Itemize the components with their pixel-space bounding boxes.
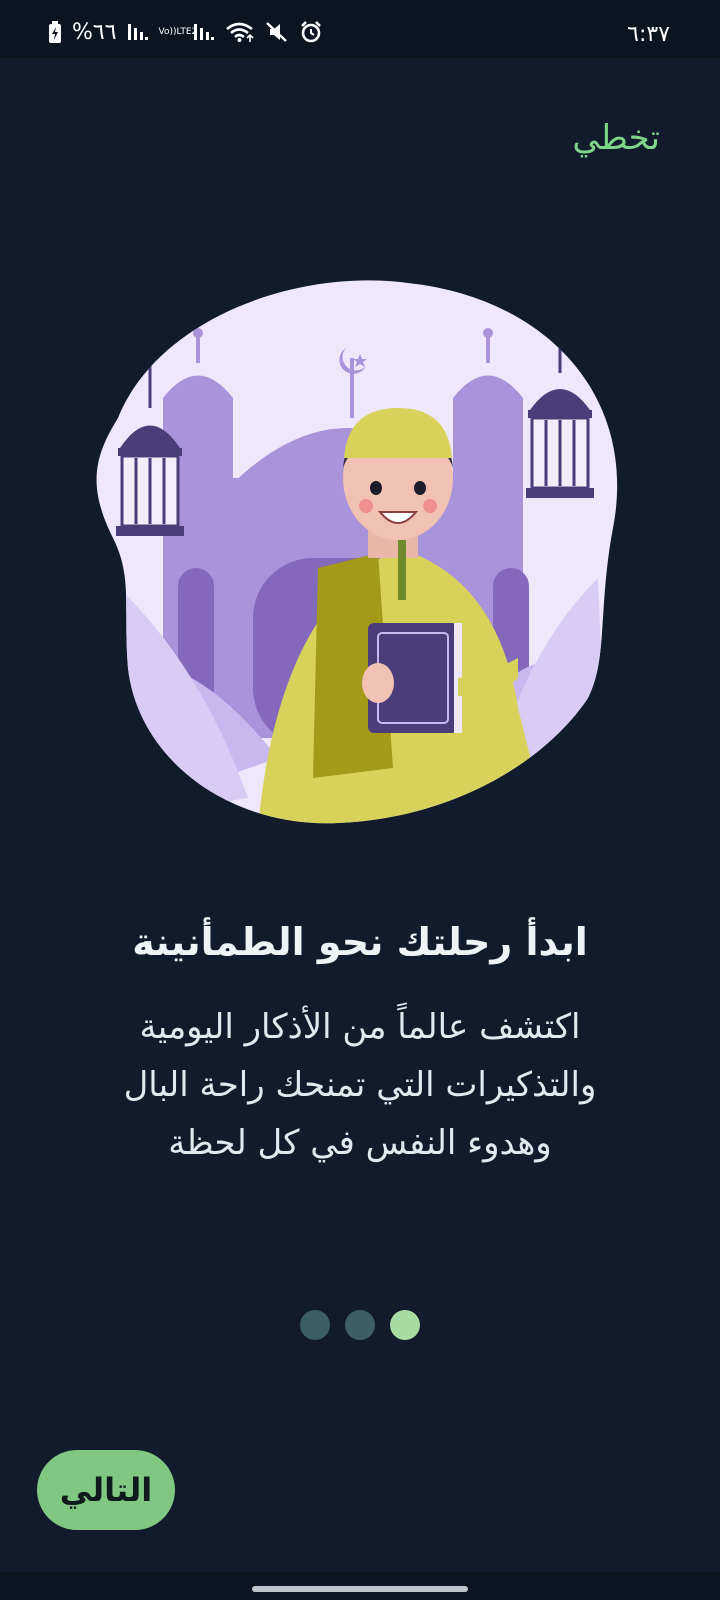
page-dot-3 bbox=[390, 1310, 420, 1340]
status-bar: %٦٦ Vo)) LTE2 ٦:٣٧ bbox=[0, 0, 720, 58]
battery-percentage: %٦٦ bbox=[72, 19, 117, 45]
home-indicator[interactable] bbox=[252, 1586, 468, 1592]
onboarding-description: اكتشف عالماً من الأذكار اليومية والتذكير… bbox=[60, 998, 660, 1172]
status-time: ٦:٣٧ bbox=[627, 22, 670, 47]
lte-icon: Vo)) LTE2 bbox=[158, 26, 198, 37]
signal-icon bbox=[193, 22, 215, 42]
page-indicator bbox=[0, 1310, 720, 1340]
description-line-3: وهدوء النفس في كل لحظة bbox=[168, 1123, 552, 1163]
alarm-icon bbox=[299, 20, 323, 44]
signal-icon bbox=[127, 22, 149, 42]
battery-icon bbox=[48, 21, 62, 43]
page-dot-2 bbox=[345, 1310, 375, 1340]
description-line-1: اكتشف عالماً من الأذكار اليومية bbox=[139, 1007, 581, 1047]
skip-button[interactable]: تخطي bbox=[572, 118, 660, 158]
onboarding-illustration bbox=[78, 278, 628, 828]
wifi-icon bbox=[225, 21, 255, 43]
lte-top-label: Vo)) bbox=[158, 26, 177, 37]
next-button[interactable]: التالي bbox=[37, 1450, 175, 1530]
mute-icon bbox=[265, 21, 289, 43]
description-line-2: والتذكيرات التي تمنحك راحة البال bbox=[123, 1065, 597, 1105]
onboarding-title: ابدأ رحلتك نحو الطمأنينة bbox=[132, 920, 588, 964]
status-icons: %٦٦ Vo)) LTE2 bbox=[48, 18, 323, 46]
page-dot-1 bbox=[300, 1310, 330, 1340]
